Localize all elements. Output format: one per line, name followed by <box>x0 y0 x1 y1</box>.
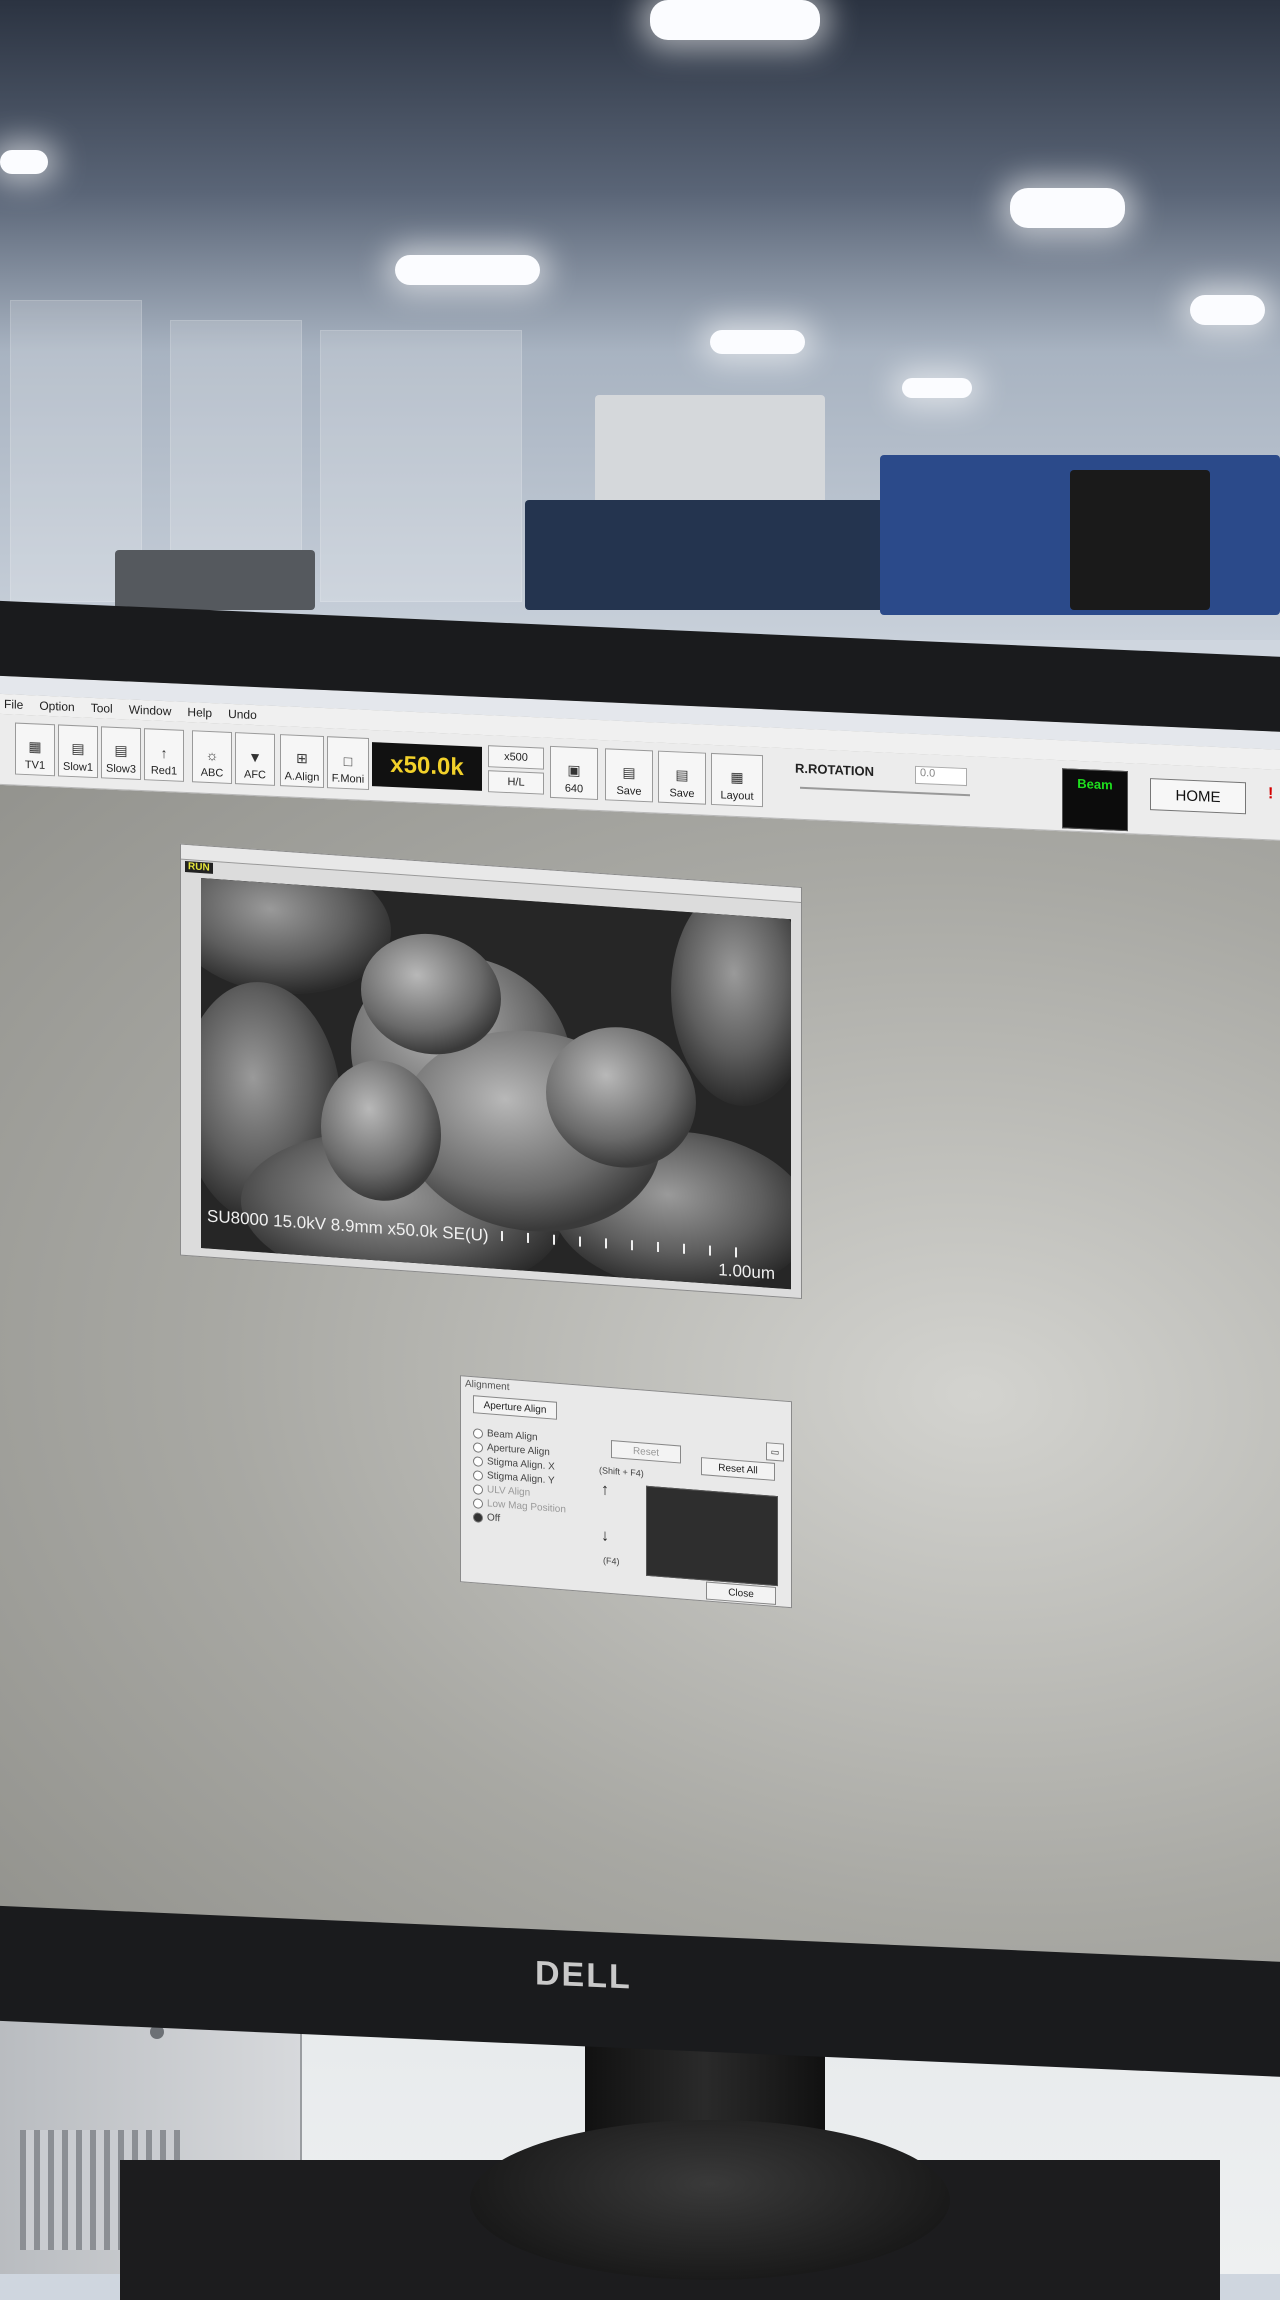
afc-button[interactable]: ▼ AFC <box>235 732 275 786</box>
beam-indicator[interactable]: Beam <box>1062 768 1128 832</box>
ceiling-light <box>395 255 540 285</box>
lab-equipment <box>595 395 825 505</box>
sem-micrograph[interactable]: SU8000 15.0kV 8.9mm x50.0k SE(U) 1.00um <box>201 878 791 1290</box>
ceiling-light <box>902 378 972 398</box>
save-d-button[interactable]: ▤ Save <box>605 748 653 803</box>
layout-icon: ▦ <box>730 768 744 786</box>
run-status: RUN <box>185 860 213 874</box>
slow3-scan-button[interactable]: ▤ Slow3 <box>101 726 141 781</box>
abc-button[interactable]: ☼ ABC <box>192 730 232 785</box>
scan-icon: ▦ <box>28 738 42 755</box>
alert-icon: ! <box>1268 785 1274 803</box>
shift-f4-hint: (Shift + F4) <box>599 1465 644 1479</box>
lab-equipment <box>115 550 315 610</box>
ceiling-light <box>1010 188 1125 228</box>
slow1-scan-button[interactable]: ▤ Slow1 <box>58 724 98 779</box>
slow3-label: Slow3 <box>106 762 136 776</box>
option-label: Off <box>487 1512 501 1525</box>
tv1-scan-button[interactable]: ▦ TV1 <box>15 722 55 777</box>
menu-option[interactable]: Option <box>39 699 74 715</box>
magnification-display[interactable]: x50.0k <box>372 742 482 791</box>
option-label: Aperture Align <box>487 1442 550 1459</box>
monitor-brand-logo: DELL <box>535 1954 632 1997</box>
alignment-dialog: Alignment Aperture Align Reset Reset All… <box>460 1375 792 1609</box>
arrow-up-icon[interactable]: ↑ <box>601 1481 609 1500</box>
lab-background <box>0 0 1280 640</box>
brightness-icon: ☼ <box>205 746 219 764</box>
ulv-align-option[interactable]: ULV Align <box>473 1483 531 1499</box>
arrow-down-icon[interactable]: ↓ <box>601 1527 609 1546</box>
option-label: Beam Align <box>487 1428 538 1444</box>
reset-all-button[interactable]: Reset All <box>701 1457 775 1481</box>
hl-button[interactable]: H/L <box>488 770 544 795</box>
f4-hint: (F4) <box>603 1555 620 1567</box>
f-moni-button[interactable]: □ F.Moni <box>327 736 369 790</box>
scan-icon: ▤ <box>71 739 85 757</box>
radio-selected-icon <box>473 1511 483 1523</box>
rotation-label: R.ROTATION <box>795 760 874 780</box>
lab-equipment <box>1070 470 1210 610</box>
red1-scan-button[interactable]: ↑ Red1 <box>144 728 184 782</box>
off-option[interactable]: Off <box>473 1511 500 1524</box>
layout-label: Layout <box>720 789 754 803</box>
alignment-preview <box>646 1485 778 1587</box>
ceiling-light <box>710 330 805 354</box>
save-icon: ▤ <box>675 766 689 783</box>
scale-bar-label: 1.00um <box>718 1260 775 1284</box>
radio-icon <box>473 1497 483 1509</box>
tv1-label: TV1 <box>24 758 46 772</box>
scan-icon: ▤ <box>114 741 128 759</box>
focus-icon: ▼ <box>248 748 262 766</box>
screen: File Option Tool Window Help Undo ▦ TV1 … <box>0 675 1280 1963</box>
monitor-stand-base <box>470 2120 950 2280</box>
red1-label: Red1 <box>150 764 178 778</box>
auto-align-button[interactable]: ⊞ A.Align <box>280 734 324 789</box>
save-q-label: Save <box>669 787 695 801</box>
align-icon: ⊞ <box>296 749 308 767</box>
resolution-label: 640 <box>564 782 584 796</box>
beam-label: Beam <box>1077 775 1113 793</box>
dialog-title: Alignment <box>465 1378 510 1394</box>
wall-panel <box>320 330 522 602</box>
radio-icon <box>473 1427 483 1439</box>
menu-undo[interactable]: Undo <box>228 707 257 722</box>
abc-label: ABC <box>200 766 224 780</box>
rotation-slider[interactable] <box>800 786 970 797</box>
camera-icon: ▣ <box>567 761 581 779</box>
radio-icon <box>473 1441 483 1453</box>
option-label: ULV Align <box>487 1484 531 1499</box>
mag-preset-button[interactable]: x500 <box>488 745 544 770</box>
arrow-up-icon: ↑ <box>160 744 168 762</box>
save-q-button[interactable]: ▤ Save <box>658 750 706 805</box>
save-icon: ▤ <box>622 764 636 781</box>
a-align-label: A.Align <box>284 770 320 784</box>
rotation-input[interactable]: 0.0 <box>915 765 967 787</box>
menu-help[interactable]: Help <box>187 705 212 720</box>
save-d-label: Save <box>616 784 642 798</box>
dialog-close-x-button[interactable]: ▭ <box>766 1442 784 1462</box>
ceiling-light <box>650 0 820 40</box>
menu-tool[interactable]: Tool <box>91 701 113 716</box>
ceiling-light <box>1190 295 1265 325</box>
aperture-align-button[interactable]: Aperture Align <box>473 1395 557 1420</box>
slow1-label: Slow1 <box>63 760 93 774</box>
home-button[interactable]: HOME <box>1150 778 1246 815</box>
monitor: File Option Tool Window Help Undo ▦ TV1 … <box>0 600 1280 2079</box>
sem-image-window: RUN SU8000 15.0kV 8.9mm x50.0k SE(U) 1.0… <box>180 843 802 1300</box>
layout-button[interactable]: ▦ Layout <box>711 752 763 808</box>
radio-icon <box>473 1483 483 1495</box>
menu-file[interactable]: File <box>4 697 23 712</box>
radio-icon <box>473 1455 483 1467</box>
reset-button[interactable]: Reset <box>611 1440 681 1464</box>
afc-label: AFC <box>244 768 266 782</box>
beam-align-option[interactable]: Beam Align <box>473 1427 538 1443</box>
radio-icon <box>473 1469 483 1481</box>
menu-window[interactable]: Window <box>129 702 172 718</box>
capture-resolution-button[interactable]: ▣ 640 <box>550 745 598 800</box>
f-moni-label: F.Moni <box>331 772 365 786</box>
monitor-icon: □ <box>343 752 353 770</box>
ceiling-light <box>0 150 48 174</box>
